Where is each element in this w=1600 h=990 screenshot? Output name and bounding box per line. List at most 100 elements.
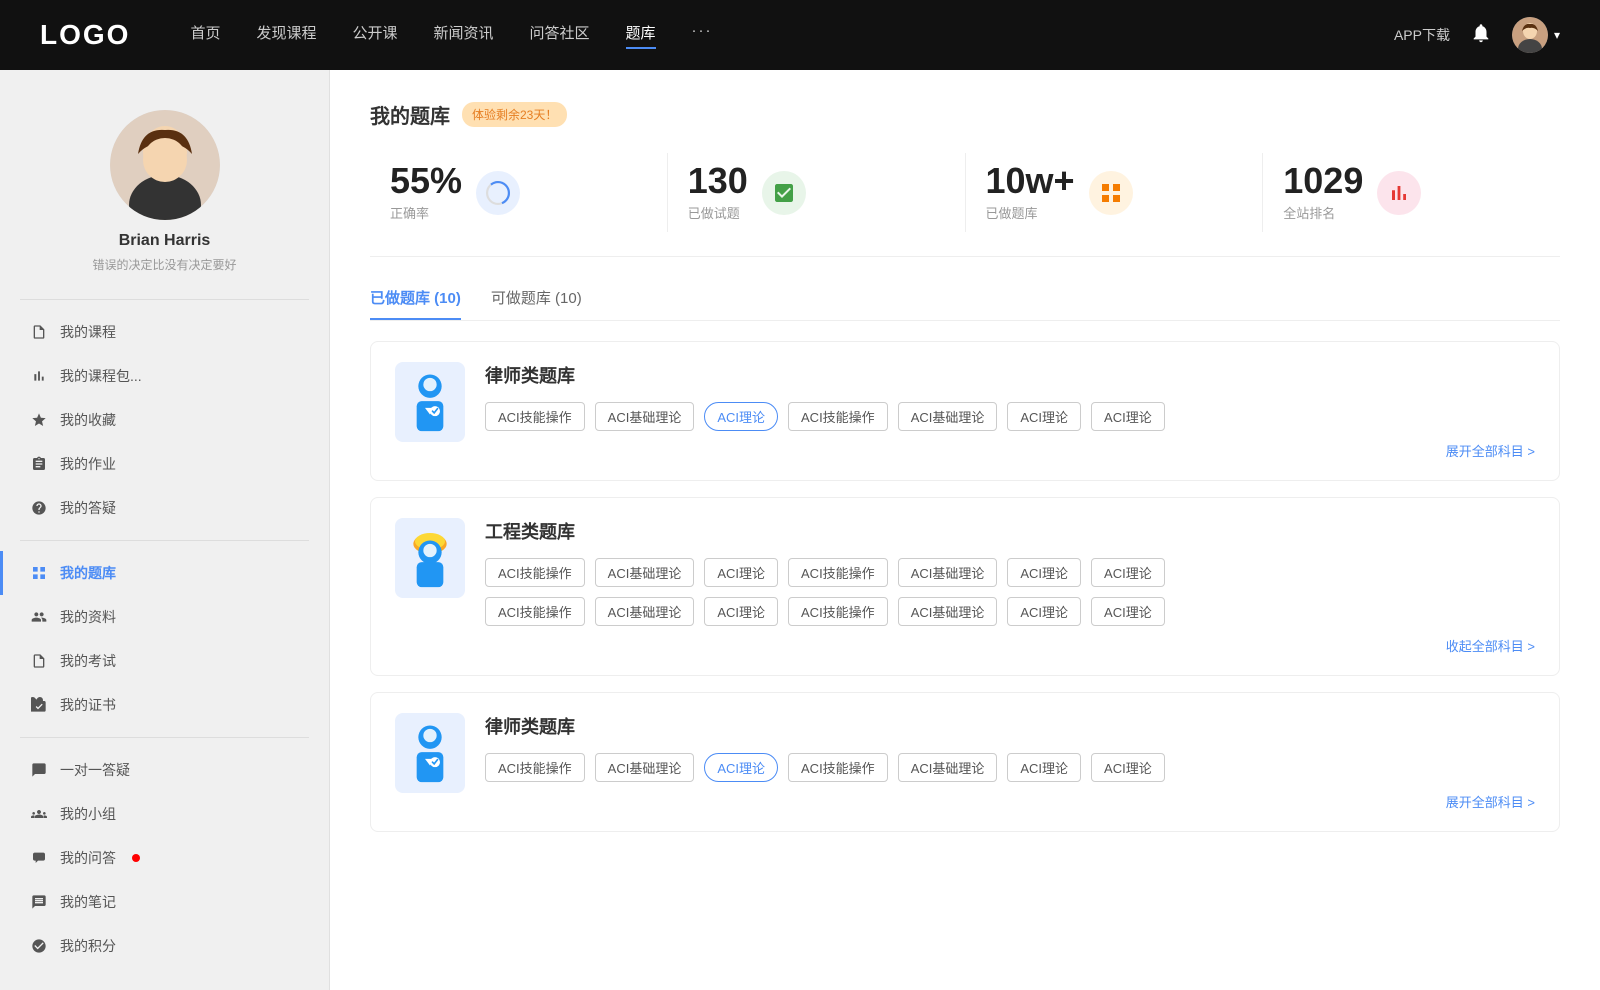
tab-done-banks[interactable]: 已做题库 (10) (370, 287, 461, 320)
star-icon (30, 411, 48, 429)
qbank-title-0: 律师类题库 (485, 362, 1535, 388)
tag-1b-3[interactable]: ACI技能操作 (788, 597, 888, 626)
tag-0-5[interactable]: ACI理论 (1007, 402, 1081, 431)
stat-number-banks: 10w+ (986, 163, 1075, 199)
qbank-title-2: 律师类题库 (485, 713, 1535, 739)
sidebar-item-homework[interactable]: 我的作业 (0, 442, 329, 486)
tag-0-4[interactable]: ACI基础理论 (898, 402, 998, 431)
tags-row-1a: ACI技能操作 ACI基础理论 ACI理论 ACI技能操作 ACI基础理论 AC… (485, 558, 1535, 587)
qbank-icon-engineering (395, 518, 465, 598)
sidebar-item-label: 我的问答 (60, 848, 116, 868)
tag-2-5[interactable]: ACI理论 (1007, 753, 1081, 782)
sidebar-item-one-on-one[interactable]: 一对一答疑 (0, 748, 329, 792)
sidebar-item-my-points[interactable]: 我的积分 (0, 924, 329, 968)
nav-links: 首页 发现课程 公开课 新闻资讯 问答社区 题库 ··· (190, 22, 1394, 49)
sidebar-item-my-cert[interactable]: 我的证书 (0, 683, 329, 727)
stat-label-banks: 已做题库 (986, 203, 1075, 222)
chevron-down-icon: ▾ (1554, 28, 1560, 42)
stat-accuracy: 55% 正确率 (370, 153, 668, 232)
sidebar-item-label: 我的收藏 (60, 410, 116, 430)
nav-home[interactable]: 首页 (190, 22, 220, 49)
tag-0-3[interactable]: ACI技能操作 (788, 402, 888, 431)
tag-0-0[interactable]: ACI技能操作 (485, 402, 585, 431)
app-download-link[interactable]: APP下载 (1394, 25, 1450, 45)
tag-1-4[interactable]: ACI基础理论 (898, 558, 998, 587)
tag-1-0[interactable]: ACI技能操作 (485, 558, 585, 587)
tag-2-6[interactable]: ACI理论 (1091, 753, 1165, 782)
qbank-icon-lawyer-2 (395, 713, 465, 793)
note-icon (30, 893, 48, 911)
user-avatar-menu[interactable]: ▾ (1512, 17, 1560, 53)
sidebar-item-label: 我的答疑 (60, 498, 116, 518)
sidebar-item-favorites[interactable]: 我的收藏 (0, 398, 329, 442)
notification-bell[interactable] (1470, 22, 1492, 49)
trial-badge: 体验剩余23天！ (462, 102, 567, 127)
sidebar-item-course-package[interactable]: 我的课程包... (0, 354, 329, 398)
tag-2-3[interactable]: ACI技能操作 (788, 753, 888, 782)
tag-1b-4[interactable]: ACI基础理论 (898, 597, 998, 626)
tag-2-0[interactable]: ACI技能操作 (485, 753, 585, 782)
tab-available-banks[interactable]: 可做题库 (10) (491, 287, 582, 320)
page-header: 我的题库 体验剩余23天！ (370, 100, 1560, 129)
tag-0-1[interactable]: ACI基础理论 (595, 402, 695, 431)
doc-icon (30, 652, 48, 670)
bar-icon (30, 367, 48, 385)
nav-more[interactable]: ··· (692, 22, 713, 49)
sidebar-item-my-qa[interactable]: 我的答疑 (0, 486, 329, 530)
tag-0-2[interactable]: ACI理论 (704, 402, 778, 431)
nav-discover[interactable]: 发现课程 (256, 22, 316, 49)
people-icon (30, 608, 48, 626)
rank-icon (1377, 171, 1421, 215)
tag-1-3[interactable]: ACI技能操作 (788, 558, 888, 587)
tag-2-2[interactable]: ACI理论 (704, 753, 778, 782)
task-icon (30, 455, 48, 473)
sidebar-item-label: 我的证书 (60, 695, 116, 715)
sidebar: Brian Harris 错误的决定比没有决定要好 我的课程 我的课程包... … (0, 70, 330, 990)
tag-1-6[interactable]: ACI理论 (1091, 558, 1165, 587)
expand-link-0[interactable]: 展开全部科目 > (485, 441, 1535, 460)
tag-1b-1[interactable]: ACI基础理论 (595, 597, 695, 626)
tag-1-2[interactable]: ACI理论 (704, 558, 778, 587)
stat-number-done: 130 (688, 163, 748, 199)
nav-qbank[interactable]: 题库 (626, 22, 656, 49)
tag-1b-5[interactable]: ACI理论 (1007, 597, 1081, 626)
sidebar-item-my-qbank[interactable]: 我的题库 (0, 551, 329, 595)
sidebar-item-my-exam[interactable]: 我的考试 (0, 639, 329, 683)
unread-badge (132, 854, 140, 862)
tag-1-1[interactable]: ACI基础理论 (595, 558, 695, 587)
qbank-card-1: 工程类题库 ACI技能操作 ACI基础理论 ACI理论 ACI技能操作 ACI基… (370, 497, 1560, 676)
sidebar-item-label: 一对一答疑 (60, 760, 130, 780)
profile-name: Brian Harris (119, 232, 211, 250)
tag-1b-2[interactable]: ACI理论 (704, 597, 778, 626)
qbank-card-0: 律师类题库 ACI技能操作 ACI基础理论 ACI理论 ACI技能操作 ACI基… (370, 341, 1560, 481)
tag-0-6[interactable]: ACI理论 (1091, 402, 1165, 431)
tag-2-4[interactable]: ACI基础理论 (898, 753, 998, 782)
sidebar-item-my-group[interactable]: 我的小组 (0, 792, 329, 836)
stats-row: 55% 正确率 130 已做试题 (370, 153, 1560, 257)
nav-news[interactable]: 新闻资讯 (434, 22, 494, 49)
expand-link-2[interactable]: 展开全部科目 > (485, 792, 1535, 811)
stat-label-accuracy: 正确率 (390, 203, 462, 222)
tag-1b-6[interactable]: ACI理论 (1091, 597, 1165, 626)
sidebar-item-my-notes[interactable]: 我的笔记 (0, 880, 329, 924)
tags-row-0: ACI技能操作 ACI基础理论 ACI理论 ACI技能操作 ACI基础理论 AC… (485, 402, 1535, 431)
sidebar-item-my-questions[interactable]: 我的问答 (0, 836, 329, 880)
sidebar-item-my-course[interactable]: 我的课程 (0, 310, 329, 354)
nav-qa[interactable]: 问答社区 (530, 22, 590, 49)
tag-2-1[interactable]: ACI基础理论 (595, 753, 695, 782)
qbank-icon-lawyer-0 (395, 362, 465, 442)
stat-done-banks: 10w+ 已做题库 (966, 153, 1264, 232)
stat-number-accuracy: 55% (390, 163, 462, 199)
sidebar-item-label: 我的课程包... (60, 366, 142, 386)
accuracy-icon (476, 171, 520, 215)
collapse-link-1[interactable]: 收起全部科目 > (485, 636, 1535, 655)
profile-section: Brian Harris 错误的决定比没有决定要好 (0, 90, 329, 289)
tag-1-5[interactable]: ACI理论 (1007, 558, 1081, 587)
chat-icon (30, 761, 48, 779)
tag-1b-0[interactable]: ACI技能操作 (485, 597, 585, 626)
sidebar-item-label: 我的课程 (60, 322, 116, 342)
tabs-row: 已做题库 (10) 可做题库 (10) (370, 287, 1560, 321)
nav-opencourse[interactable]: 公开课 (352, 22, 397, 49)
stat-rank: 1029 全站排名 (1263, 153, 1560, 232)
sidebar-item-my-profile[interactable]: 我的资料 (0, 595, 329, 639)
